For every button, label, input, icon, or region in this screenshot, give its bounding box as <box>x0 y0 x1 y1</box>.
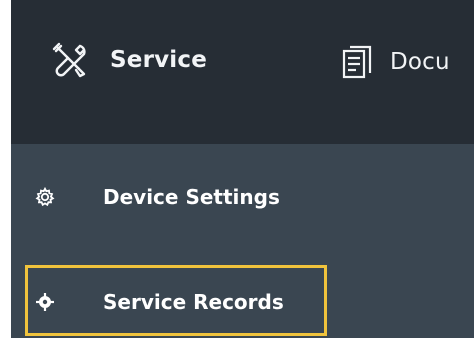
sidebar-item-device-settings[interactable]: Device Settings <box>11 169 474 225</box>
sidebar-item-service-records[interactable]: Service Records <box>11 274 474 330</box>
sidebar-item-label: Service Records <box>103 290 284 314</box>
screen: Service Docu Device Settings Service Rec… <box>0 0 474 351</box>
left-margin <box>0 0 11 351</box>
bottom-margin <box>11 338 474 351</box>
tools-icon <box>46 36 94 84</box>
sidebar-item-label: Device Settings <box>103 185 280 209</box>
document-icon <box>340 43 374 81</box>
target-icon <box>33 290 57 314</box>
gear-icon <box>33 185 57 209</box>
nav-service-label: Service <box>110 47 208 73</box>
nav-documents-label: Docu <box>390 49 450 75</box>
nav-documents[interactable]: Docu <box>340 36 450 88</box>
nav-service[interactable]: Service <box>46 34 207 86</box>
